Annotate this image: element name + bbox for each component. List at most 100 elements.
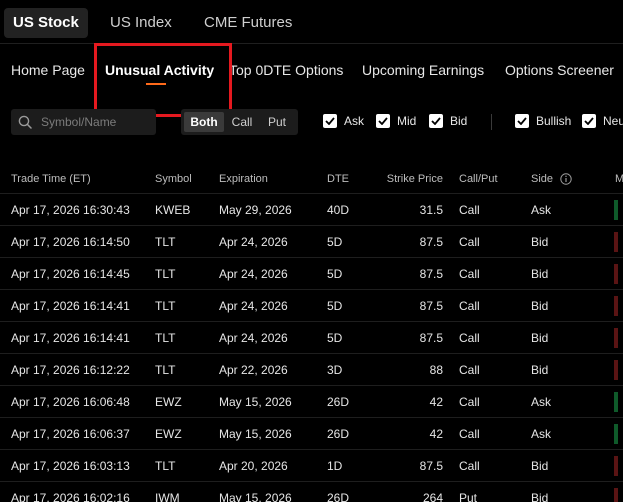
cell-trade-time: Apr 17, 2026 16:14:41 — [11, 331, 130, 345]
cell-call-put: Call — [459, 395, 480, 409]
search-input[interactable] — [41, 109, 153, 135]
table-row[interactable]: Apr 17, 2026 16:14:41 TLT Apr 24, 2026 5D 87… — [0, 322, 623, 354]
cell-trade-time: Apr 17, 2026 16:06:37 — [11, 427, 130, 441]
cell-symbol: EWZ — [155, 395, 182, 409]
sentiment-indicator — [614, 232, 618, 252]
cell-trade-time: Apr 17, 2026 16:02:16 — [11, 491, 130, 502]
cell-side: Ask — [531, 427, 552, 441]
cell-symbol: TLT — [155, 331, 176, 345]
highlight-annotation-box — [94, 43, 232, 117]
header-more-column[interactable]: M — [615, 173, 623, 185]
table-row[interactable]: Apr 17, 2026 16:14:50 TLT Apr 24, 2026 5D 87… — [0, 226, 623, 258]
sentiment-indicator — [614, 296, 618, 316]
cell-expiration: May 15, 2026 — [219, 491, 292, 502]
cell-symbol: TLT — [155, 459, 176, 473]
cell-symbol: EWZ — [155, 427, 182, 441]
table-row[interactable]: Apr 17, 2026 16:12:22 TLT Apr 22, 2026 3D 88… — [0, 354, 623, 386]
cell-side: Ask — [531, 395, 552, 409]
nav-options-screener[interactable]: Options Screener — [505, 62, 614, 78]
sentiment-indicator — [614, 200, 618, 220]
cell-dte: 26D — [327, 395, 350, 409]
cell-call-put: Call — [459, 459, 480, 473]
segment-call[interactable]: Call — [226, 112, 258, 132]
table-header: Trade Time (ET) Symbol Expiration DTE St… — [0, 166, 623, 194]
header-call-put[interactable]: Call/Put — [459, 173, 498, 185]
cell-side: Bid — [531, 299, 549, 313]
cell-trade-time: Apr 17, 2026 16:30:43 — [11, 203, 130, 217]
cell-side: Bid — [531, 491, 549, 502]
checkbox-checked-icon — [323, 114, 337, 128]
sentiment-indicator — [614, 488, 618, 502]
cell-expiration: May 15, 2026 — [219, 395, 292, 409]
cell-side: Bid — [531, 363, 549, 377]
cell-strike-price: 87.5 — [419, 459, 443, 473]
cell-expiration: May 15, 2026 — [219, 427, 292, 441]
sentiment-indicator — [614, 392, 618, 412]
cell-call-put: Call — [459, 235, 480, 249]
cell-strike-price: 87.5 — [419, 267, 443, 281]
cell-call-put: Call — [459, 267, 480, 281]
table-row[interactable]: Apr 17, 2026 16:03:13 TLT Apr 20, 2026 1D 87… — [0, 450, 623, 482]
cell-side: Bid — [531, 235, 549, 249]
sentiment-indicator — [614, 264, 618, 284]
cell-expiration: Apr 22, 2026 — [219, 363, 288, 377]
cell-side: Bid — [531, 267, 549, 281]
segment-both[interactable]: Both — [184, 112, 224, 132]
header-expiration[interactable]: Expiration — [219, 173, 268, 185]
cell-expiration: Apr 24, 2026 — [219, 299, 288, 313]
filter-divider — [491, 114, 492, 130]
cell-strike-price: 88 — [429, 363, 443, 377]
cell-dte: 1D — [327, 459, 343, 473]
cell-dte: 26D — [327, 491, 350, 502]
cell-dte: 3D — [327, 363, 343, 377]
cell-strike-price: 87.5 — [419, 299, 443, 313]
nav-home-page[interactable]: Home Page — [11, 62, 85, 78]
cell-strike-price: 87.5 — [419, 235, 443, 249]
table-row[interactable]: Apr 17, 2026 16:06:48 EWZ May 15, 2026 26D 4… — [0, 386, 623, 418]
cell-call-put: Call — [459, 331, 480, 345]
table-row[interactable]: Apr 17, 2026 16:06:37 EWZ May 15, 2026 26D 4… — [0, 418, 623, 450]
nav-top-0dte-options[interactable]: Top 0DTE Options — [229, 62, 343, 78]
segment-put[interactable]: Put — [260, 112, 294, 132]
cell-strike-price: 264 — [422, 491, 443, 502]
table-row[interactable]: Apr 17, 2026 16:30:43 KWEB May 29, 2026 40D… — [0, 194, 623, 226]
cell-symbol: TLT — [155, 267, 176, 281]
header-trade-time[interactable]: Trade Time (ET) — [11, 173, 91, 185]
header-side[interactable]: Side — [531, 173, 553, 185]
cell-call-put: Put — [459, 491, 478, 502]
header-strike-price[interactable]: Strike Price — [373, 173, 443, 185]
sentiment-indicator — [614, 424, 618, 444]
market-tabs: US Stock US Index CME Futures — [0, 0, 623, 44]
cell-trade-time: Apr 17, 2026 16:12:22 — [11, 363, 130, 377]
tab-us-index[interactable]: US Index — [110, 8, 172, 38]
info-icon[interactable] — [560, 173, 572, 185]
cell-dte: 5D — [327, 235, 343, 249]
table-row[interactable]: Apr 17, 2026 16:02:16 IWM May 15, 2026 26D 2… — [0, 482, 623, 502]
header-dte[interactable]: DTE — [327, 173, 349, 185]
app-root: US Stock US Index CME Futures Home Page … — [0, 0, 623, 502]
cell-call-put: Call — [459, 427, 480, 441]
checkbox-label: Ask — [344, 114, 365, 128]
cell-trade-time: Apr 17, 2026 16:14:41 — [11, 299, 130, 313]
cell-symbol: TLT — [155, 363, 176, 377]
cell-trade-time: Apr 17, 2026 16:06:48 — [11, 395, 130, 409]
cell-strike-price: 87.5 — [419, 331, 443, 345]
cell-trade-time: Apr 17, 2026 16:14:45 — [11, 267, 130, 281]
table-row[interactable]: Apr 17, 2026 16:14:41 TLT Apr 24, 2026 5D 87… — [0, 290, 623, 322]
cell-symbol: IWM — [155, 491, 180, 502]
tab-us-stock[interactable]: US Stock — [4, 8, 88, 38]
cell-strike-price: 42 — [429, 395, 443, 409]
cell-strike-price: 42 — [429, 427, 443, 441]
cell-strike-price: 31.5 — [419, 203, 443, 217]
cell-trade-time: Apr 17, 2026 16:14:50 — [11, 235, 130, 249]
cell-dte: 40D — [327, 203, 350, 217]
symbol-search[interactable] — [11, 109, 156, 135]
tab-cme-futures[interactable]: CME Futures — [204, 8, 292, 38]
cell-symbol: KWEB — [155, 203, 191, 217]
cell-call-put: Call — [459, 299, 480, 313]
sentiment-indicator — [614, 360, 618, 380]
table-row[interactable]: Apr 17, 2026 16:14:45 TLT Apr 24, 2026 5D 87… — [0, 258, 623, 290]
nav-upcoming-earnings[interactable]: Upcoming Earnings — [362, 62, 484, 78]
cell-expiration: Apr 20, 2026 — [219, 459, 288, 473]
header-symbol[interactable]: Symbol — [155, 173, 192, 185]
